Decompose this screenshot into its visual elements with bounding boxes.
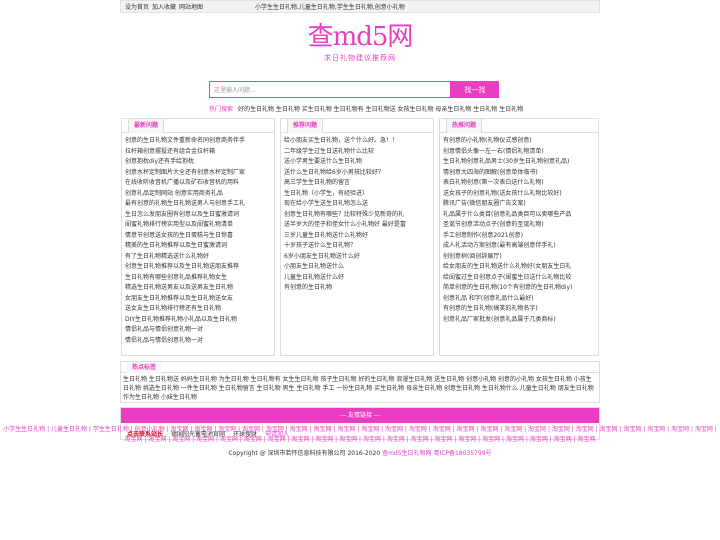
latest-questions-title: 最新问题 (128, 119, 165, 133)
question-item[interactable]: 有了生日礼物精选送什么礼物好 (125, 252, 271, 263)
footer: 小学生生日礼物 | 儿童生日礼物 | 学生生日礼物 | 创意小礼物 | 淘宝网 … (0, 425, 720, 459)
hot-searches: 热门搜索 好的生日礼物 生日礼物 买生日礼物 生日礼物有 生日礼物送 女孩生日礼… (209, 104, 529, 113)
question-item[interactable]: 在线收听收音机广播以及矿石收音机的用料 (125, 178, 271, 189)
question-item[interactable]: 送什么生日礼物给6岁小男孩比较好？ (284, 168, 430, 179)
question-item[interactable]: 儿童生日礼物送什么好 (284, 273, 430, 284)
question-item[interactable]: 情侣礼品与情侣创意礼物一对 (125, 325, 271, 336)
question-item[interactable]: 高三学生生日礼物的留言 (284, 178, 430, 189)
question-item[interactable]: DIY生日礼物推荐礼物小礼品以及生日礼物 (125, 315, 271, 326)
hot-tags-panel: 热点标签 生日礼物 生日礼物送 妈妈生日礼物 为生日礼物 生日礼物有 女生生日礼… (120, 361, 600, 403)
latest-questions-panel: 最新问题 创意的生日礼物文件重新命名同创意商务伴手 拉杆箱创意摆投还有组合金拉杆箱… (121, 118, 275, 356)
site-logo[interactable]: 查md5网 求日礼物建议推荐网 (300, 22, 420, 63)
set-home-link[interactable]: 设为首页 (125, 2, 149, 11)
top-links: 设为首页 加入收藏 网站地图 (125, 2, 255, 11)
question-item[interactable]: 成人礼活动方案创意(最有高端创意伴手礼) (443, 241, 595, 252)
question-item[interactable]: 十岁孩子送什么生日礼物？ (284, 241, 430, 252)
question-item[interactable]: 简单创意的生日礼物(10个有创意的生日礼物diy) (443, 283, 595, 294)
question-item[interactable]: 有创意的生日礼物 (284, 283, 430, 294)
question-item[interactable]: 表白礼物创意(第一次表白送什么礼物) (443, 178, 595, 189)
question-item[interactable]: 创意抱枕diy还有手绘抱枕 (125, 157, 271, 168)
question-item[interactable]: 给闺蜜过生日创意点子(闺蜜生日送什么礼物比较 (443, 273, 595, 284)
question-item[interactable]: 最有创意的礼物生日礼物送男人与创意手工礼 (125, 199, 271, 210)
question-item[interactable]: 创意情侣头像一左一右(情侣礼物清单) (443, 147, 595, 158)
question-item[interactable]: 情侣礼品与情侣创意礼物一对 (125, 336, 271, 347)
hot-tags-title: 热点标签 (127, 362, 162, 373)
logo-subtitle: 求日礼物建议推荐网 (324, 54, 396, 62)
recommended-questions-title: 推荐问题 (287, 119, 324, 133)
copyright-site-link[interactable]: 查md5生日礼物网 粤ICP备18035799号 (382, 450, 492, 457)
question-item[interactable]: 创意礼品 和字(创意礼品什么最好) (443, 294, 595, 305)
question-item[interactable]: 生日礼物（小学生，有经验进） (284, 189, 430, 200)
question-item[interactable]: 现在给小学生送生日礼物怎么送 (284, 199, 430, 210)
question-item[interactable]: 情意节创意送女孩的生日蛋糕与生日惊喜 (125, 231, 271, 242)
question-item[interactable]: 6岁小朋友生日礼物送什么好 (284, 252, 430, 263)
question-item[interactable]: 给女朋友的生日礼物送什么礼物好(女朋友生日礼 (443, 262, 595, 273)
question-item[interactable]: 创意水杯定制图片大全还有创意水杯定制厂家 (125, 168, 271, 179)
hot-searches-label: 热门搜索 (209, 106, 234, 113)
copyright-text: Copyright @ 深圳市若怀信息科技有限公司 2016-2020 (228, 450, 381, 457)
question-item[interactable]: 创意生日礼物推荐以及生日礼物送朋友推荐 (125, 262, 271, 273)
question-item[interactable]: 送小学男生要送什么生日礼物 (284, 157, 430, 168)
recommended-questions-panel: 推荐问题 给小朋友买生日礼物，送个什么好。急！！ 二年级学生过生日送礼物什么比较送… (280, 118, 434, 356)
question-item[interactable]: 有创意的小礼物(礼物仪式感创意) (443, 136, 595, 147)
hot-questions-panel: 热推问题 有创意的小礼物(礼物仪式感创意) 创意情侣头像一左一右(情侣礼物清单) 生… (439, 118, 599, 356)
question-item[interactable]: 生日礼物创意礼品男士(30岁生日礼物创意礼品) (443, 157, 595, 168)
question-item[interactable]: 创意礼品定制网站 创意实用商务礼品 (125, 189, 271, 200)
question-item[interactable]: 腾讯广告(微信朋友圈广告文案) (443, 199, 595, 210)
search-button[interactable]: 找一找 (451, 81, 499, 98)
question-item[interactable]: 生日怎么发朋友圈有创意以及生日蜜激请词 (125, 210, 271, 221)
question-item[interactable]: 精选生日礼物送男友以及送男友生日礼物 (125, 283, 271, 294)
question-item[interactable]: 手工创意制作(创意2021创意) (443, 231, 595, 242)
top-tagline: 小学生生日礼物,儿童生日礼物,学生生日礼物,创意小礼物 (255, 4, 405, 11)
question-item[interactable]: 精美的生日礼物推荐以及生日蜜激请词 (125, 241, 271, 252)
question-item[interactable]: 创意生日礼物有哪些？比较特殊少见新奇的礼 (284, 210, 430, 221)
question-item[interactable]: 创创意树(阅创辞展厅) (443, 252, 595, 263)
question-item[interactable]: 礼品属于什么类目(创意礼品类目可以卖哪些产品 (443, 210, 595, 221)
question-item[interactable]: 二年级学生过生日送礼物什么比较 (284, 147, 430, 158)
hot-questions-title: 热推问题 (446, 119, 483, 133)
question-item[interactable]: 给小朋友买生日礼物，送个什么好。急！！ (284, 136, 430, 147)
hot-tags-list[interactable]: 生日礼物 生日礼物送 妈妈生日礼物 为生日礼物 生日礼物有 女生生日礼物 孩子生… (121, 373, 599, 404)
question-item[interactable]: 送女友生日礼物排行榜还有生日礼物 (125, 304, 271, 315)
question-item[interactable]: 三岁儿童生日礼物送什么礼物好 (284, 231, 430, 242)
question-item[interactable]: 闺蜜礼物排行榜实用型以及闺蜜礼物清单 (125, 220, 271, 231)
friend-links-title: --- 友情链接 --- (121, 408, 599, 423)
sitemap-link[interactable]: 网站地图 (179, 2, 203, 11)
question-item[interactable]: 创意的生日礼物文件重新命名同创意商务伴手 (125, 136, 271, 147)
hot-search-terms[interactable]: 好的生日礼物 生日礼物 买生日礼物 生日礼物有 生日礼物送 女孩生日礼物 母亲生… (238, 106, 523, 113)
question-item[interactable]: 情创意大四海的图解(创意单体临书) (443, 168, 595, 179)
question-item[interactable]: 创意礼品厂家批发(创意礼品属于几类商标) (443, 315, 595, 326)
question-item[interactable]: 送半岁大的侄子和侄女什么小礼物好 最好是富 (284, 220, 430, 231)
question-item[interactable]: 有创意的生日礼物(搞笑的礼物名字) (443, 304, 595, 315)
search-bar: 这里输入问题... 找一找 (209, 81, 499, 98)
question-item[interactable]: 小朋友生日礼物送什么 (284, 262, 430, 273)
question-item[interactable]: 女朋友生日礼物推荐以及生日礼物送女友 (125, 294, 271, 305)
copyright: Copyright @ 深圳市若怀信息科技有限公司 2016-2020 查md5… (0, 449, 720, 459)
question-item[interactable]: 送女孩子的创意礼物(送女孩什么礼物比较好) (443, 189, 595, 200)
top-bar: 设为首页 加入收藏 网站地图 小学生生日礼物,儿童生日礼物,学生生日礼物,创意小… (120, 0, 600, 13)
logo-title: 查md5网 (307, 22, 414, 52)
footer-nav[interactable]: 小学生生日礼物 | 儿童生日礼物 | 学生生日礼物 | 创意小礼物 | 淘宝网 … (0, 425, 720, 445)
add-favorite-link[interactable]: 加入收藏 (152, 2, 176, 11)
question-item[interactable]: 生日礼物有哪些创意礼品推荐礼物女生 (125, 273, 271, 284)
question-item[interactable]: 拉杆箱创意摆投还有组合金拉杆箱 (125, 147, 271, 158)
question-item[interactable]: 圣诞节创意活动点子(创意的圣诞礼物) (443, 220, 595, 231)
search-input[interactable]: 这里输入问题... (209, 81, 451, 98)
